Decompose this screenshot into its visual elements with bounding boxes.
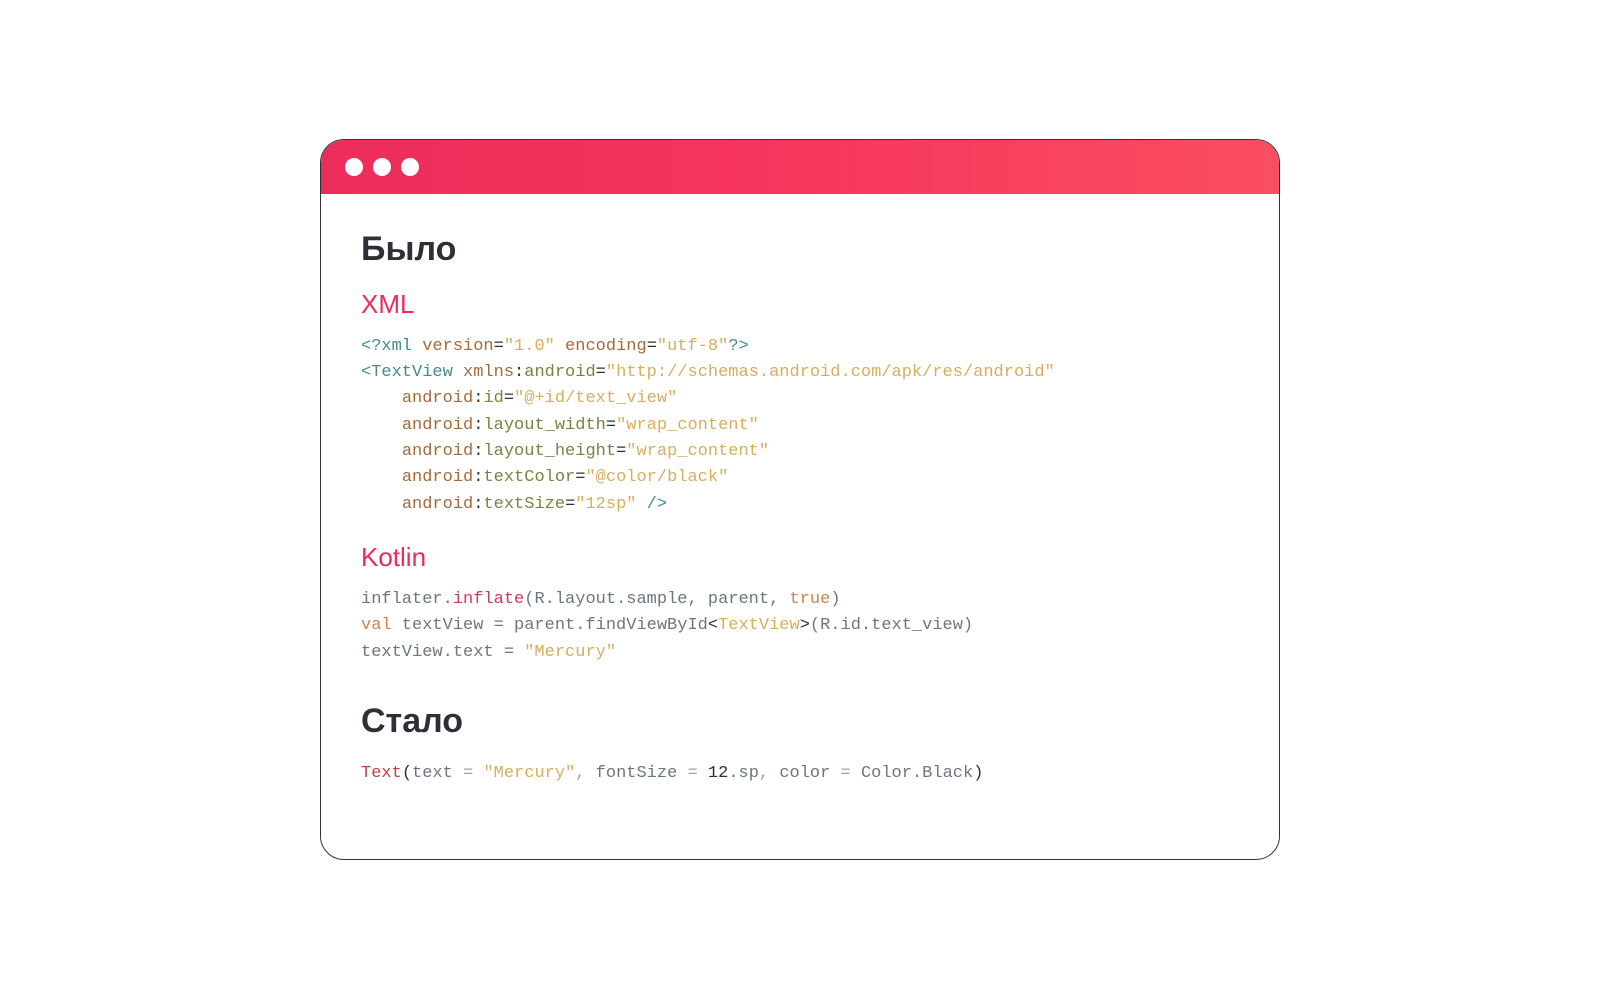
eq: =: [616, 442, 626, 461]
comma: ,: [759, 764, 779, 783]
xml-attr-prefix: android: [402, 468, 473, 487]
kt-type: TextView: [718, 616, 800, 635]
window-control-dot[interactable]: [345, 158, 363, 176]
comma: ,: [575, 764, 595, 783]
colon: :: [473, 416, 483, 435]
paren: ): [830, 590, 840, 609]
kt-method: inflate: [453, 590, 524, 609]
kt-args: (R.id.text_view): [810, 616, 973, 635]
colon: :: [514, 363, 524, 382]
xml-attr-prefix: android: [402, 416, 473, 435]
compose-param-name: text: [412, 764, 453, 783]
indent: [361, 442, 402, 461]
compose-type: Color: [861, 764, 912, 783]
xml-attr-name: version: [422, 337, 493, 356]
sep: [453, 363, 463, 382]
xml-lt: <: [361, 363, 371, 382]
kt-string: "Mercury": [524, 643, 616, 662]
paren: ): [973, 764, 983, 783]
eq: =: [494, 337, 504, 356]
xml-attr-val: "utf-8": [657, 337, 728, 356]
xml-decl-close: ?>: [728, 337, 748, 356]
subheading-xml: XML: [361, 289, 1239, 320]
content: Было XML <?xml version="1.0" encoding="u…: [321, 194, 1279, 860]
xml-attr-prefix: android: [402, 389, 473, 408]
xml-attr-name: layout_height: [483, 442, 616, 461]
compose-unit: .sp: [728, 764, 759, 783]
code-xml: <?xml version="1.0" encoding="utf-8"?> <…: [361, 334, 1239, 518]
window-control-dot[interactable]: [401, 158, 419, 176]
xml-ns-val: "http://schemas.android.com/apk/res/andr…: [606, 363, 1055, 382]
sep: [555, 337, 565, 356]
xml-attr-val: "@+id/text_view": [514, 389, 677, 408]
window-control-dot[interactable]: [373, 158, 391, 176]
xml-attr-val: "@color/black": [585, 468, 728, 487]
kt-keyword: true: [790, 590, 831, 609]
eq: =: [504, 389, 514, 408]
xml-attr-name: layout_width: [483, 416, 605, 435]
eq: =: [596, 363, 606, 382]
paren: (: [402, 764, 412, 783]
indent: [361, 389, 402, 408]
xml-attr-name: textSize: [483, 495, 565, 514]
compose-number: 12: [708, 764, 728, 783]
xml-attr-prefix: android: [402, 495, 473, 514]
colon: :: [473, 495, 483, 514]
xml-attr-name: textColor: [483, 468, 575, 487]
xml-ns-suffix: android: [524, 363, 595, 382]
xml-tag-name: TextView: [371, 363, 453, 382]
compose-accessor: .Black: [912, 764, 973, 783]
xml-ns-prefix: xmlns: [463, 363, 514, 382]
eq: =: [677, 764, 708, 783]
code-window: Было XML <?xml version="1.0" encoding="u…: [320, 139, 1280, 861]
sep: [412, 337, 422, 356]
indent: [361, 416, 402, 435]
xml-attr-val: "1.0": [504, 337, 555, 356]
gt: >: [800, 616, 810, 635]
xml-attr-val: "12sp": [575, 495, 636, 514]
eq: =: [575, 468, 585, 487]
colon: :: [473, 468, 483, 487]
titlebar: [321, 140, 1279, 194]
kt-args: (R.layout.sample, parent,: [524, 590, 789, 609]
eq: =: [647, 337, 657, 356]
kt-keyword: val: [361, 616, 392, 635]
eq: =: [453, 764, 484, 783]
heading-before: Было: [361, 230, 1239, 269]
indent: [361, 468, 402, 487]
colon: :: [473, 442, 483, 461]
kt-ident: inflater.: [361, 590, 453, 609]
xml-attr-prefix: android: [402, 442, 473, 461]
eq: =: [830, 764, 861, 783]
kt-ident: textView.text =: [361, 643, 524, 662]
compose-fn: Text: [361, 764, 402, 783]
compose-param-name: color: [779, 764, 830, 783]
lt: <: [708, 616, 718, 635]
xml-attr-name: encoding: [565, 337, 647, 356]
eq: =: [565, 495, 575, 514]
compose-string: "Mercury": [483, 764, 575, 783]
heading-after: Стало: [361, 702, 1239, 741]
eq: =: [606, 416, 616, 435]
xml-decl-name: xml: [381, 337, 412, 356]
indent: [361, 495, 402, 514]
compose-param-name: fontSize: [596, 764, 678, 783]
xml-attr-val: "wrap_content": [626, 442, 769, 461]
xml-attr-val: "wrap_content": [616, 416, 759, 435]
xml-close: />: [636, 495, 667, 514]
code-kotlin: inflater.inflate(R.layout.sample, parent…: [361, 587, 1239, 666]
xml-decl-open: <?: [361, 337, 381, 356]
kt-ident: textView = parent.findViewById: [392, 616, 708, 635]
colon: :: [473, 389, 483, 408]
subheading-kotlin: Kotlin: [361, 542, 1239, 573]
code-compose: Text(text = "Mercury", fontSize = 12.sp,…: [361, 761, 1239, 787]
xml-attr-name: id: [483, 389, 503, 408]
